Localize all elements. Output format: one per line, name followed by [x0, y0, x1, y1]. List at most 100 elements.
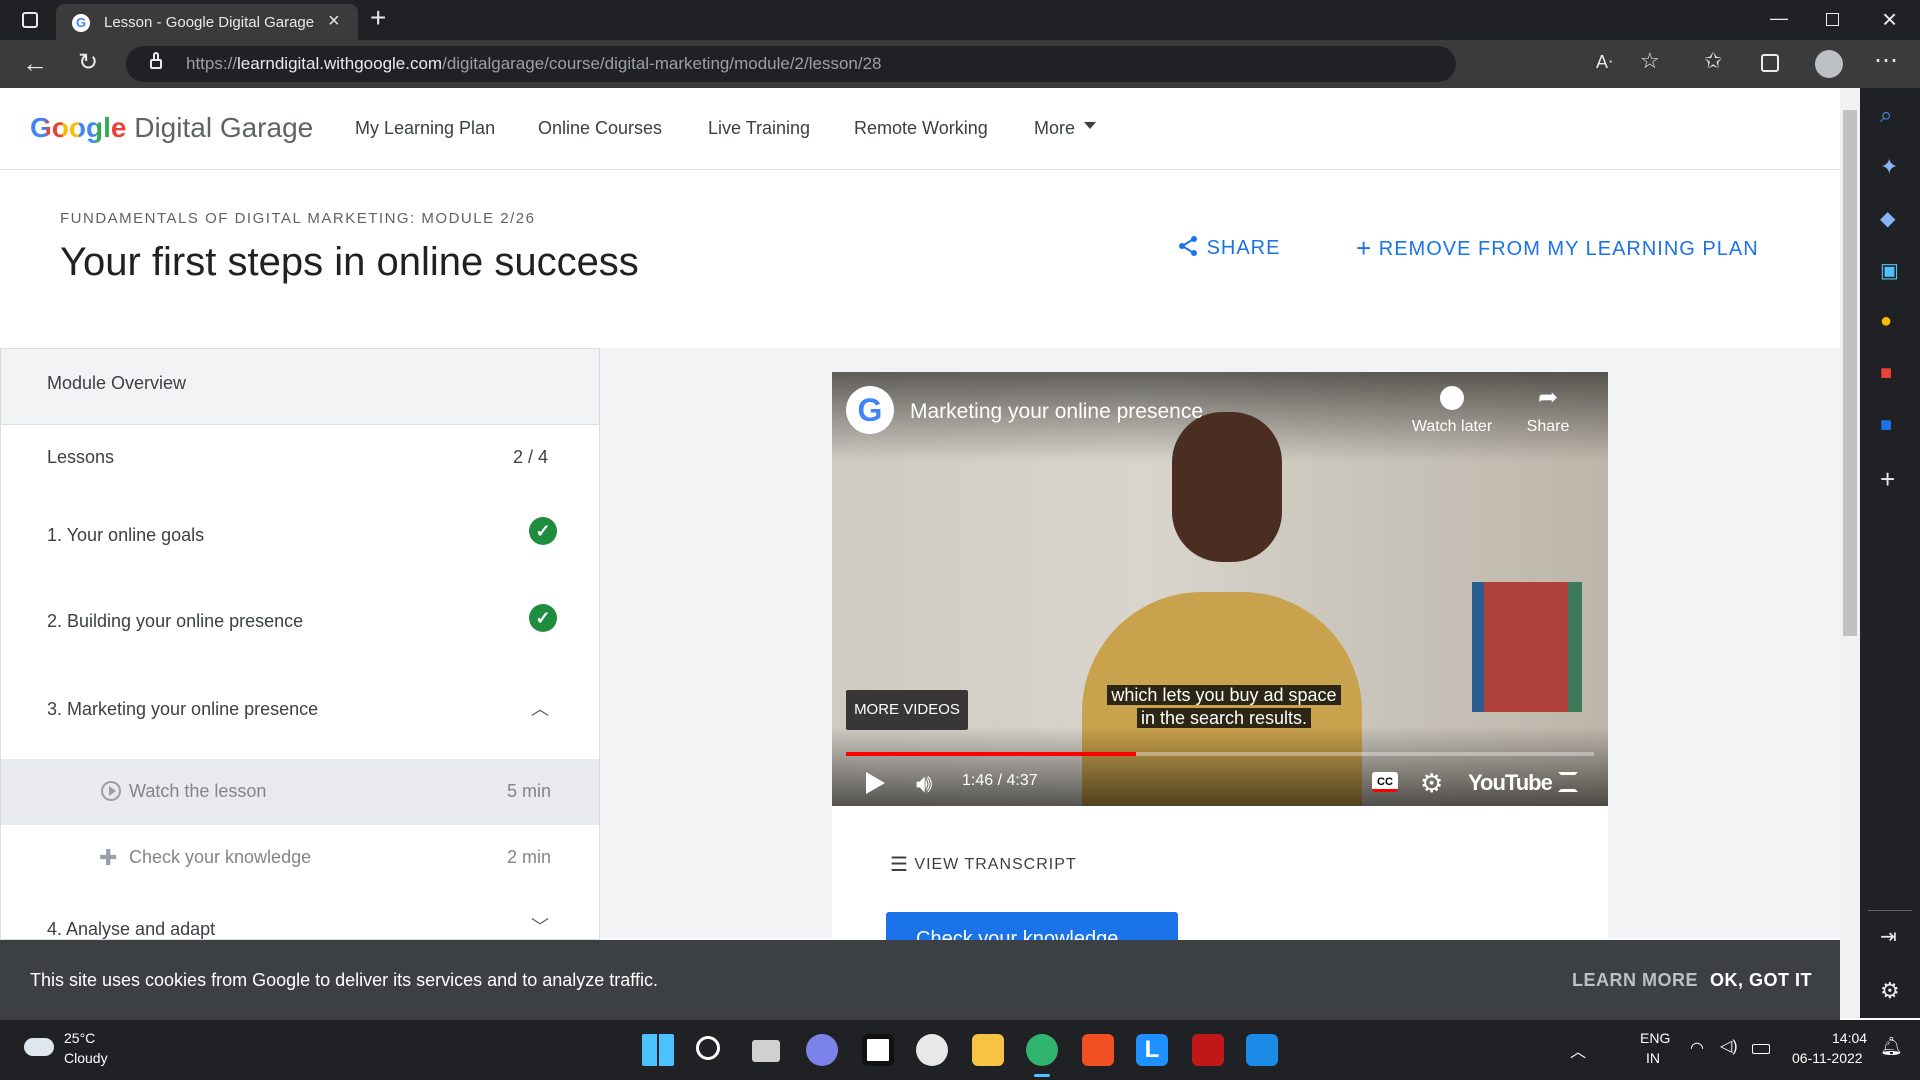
clock-date[interactable]: 06-11-2022 — [1792, 1050, 1863, 1066]
chevron-down-icon[interactable]: ﹀ — [531, 913, 549, 939]
mcafee-icon[interactable] — [1192, 1034, 1224, 1066]
site-logo[interactable]: Google Digital Garage — [30, 112, 313, 144]
scrollbar-thumb[interactable] — [1843, 110, 1857, 636]
tab-close-icon[interactable]: × — [328, 10, 340, 33]
nav-online-courses[interactable]: Online Courses — [538, 118, 662, 139]
lock-shackle-icon — [153, 52, 159, 60]
store-icon[interactable] — [1082, 1034, 1114, 1066]
chevron-down-icon[interactable] — [1084, 122, 1096, 129]
more-videos-button[interactable]: MORE VIDEOS — [846, 690, 968, 730]
windows-start-icon[interactable] — [642, 1034, 674, 1066]
battery-icon[interactable] — [1752, 1044, 1770, 1054]
learn-more-button[interactable]: LEARN MORE — [1572, 970, 1698, 991]
collections-icon[interactable] — [1761, 54, 1779, 72]
nav-more[interactable]: More — [1034, 118, 1075, 139]
watch-later-button[interactable]: Watch later — [1402, 386, 1502, 436]
fullscreen-icon[interactable] — [1558, 772, 1578, 792]
progress-fill — [846, 752, 1137, 756]
share-button[interactable]: SHARE — [1176, 234, 1280, 260]
puzzle-icon: ✚ — [99, 845, 118, 870]
transcript-label: VIEW TRANSCRIPT — [914, 856, 1077, 873]
edge-taskbar-icon[interactable] — [1026, 1034, 1058, 1066]
taskbar-search-icon[interactable] — [696, 1036, 720, 1060]
view-transcript-button[interactable]: ☰ VIEW TRANSCRIPT — [890, 852, 1077, 877]
profile-avatar[interactable] — [1815, 50, 1843, 78]
new-tab-icon[interactable]: + — [370, 2, 386, 34]
lesson-label: 1. Your online goals — [47, 525, 205, 545]
nav-remote-working[interactable]: Remote Working — [854, 118, 988, 139]
read-aloud-icon[interactable]: Aᐧ — [1596, 52, 1613, 73]
games-icon[interactable]: ● — [1880, 310, 1892, 333]
office-icon[interactable]: ■ — [1880, 362, 1892, 385]
close-window-icon[interactable]: × — [1882, 4, 1897, 35]
chat-icon[interactable] — [806, 1034, 838, 1066]
lesson-item-3[interactable]: 3. Marketing your online presence ︿ — [1, 669, 599, 755]
lesson-item-4[interactable]: 4. Analyse and adapt ﹀ — [1, 895, 599, 939]
volume-icon[interactable]: 🔊︎ — [916, 770, 932, 796]
outlook-icon[interactable]: ■ — [1880, 414, 1892, 437]
wifi-icon[interactable]: ◠ — [1690, 1038, 1704, 1058]
tools-icon[interactable]: ▣ — [1880, 258, 1899, 283]
discover-icon[interactable]: ✦ — [1880, 154, 1898, 180]
lesson-label: 2. Building your online presence — [47, 611, 304, 631]
video-title[interactable]: Marketing your online presence — [910, 400, 1203, 424]
task-view-icon[interactable] — [752, 1040, 780, 1062]
notification-icon[interactable]: 🔔︎ — [1880, 1036, 1903, 1057]
favorites-icon[interactable]: ✩ — [1704, 48, 1722, 74]
back-icon[interactable]: ← — [22, 48, 48, 79]
url-bar[interactable]: https://learndigital.withgoogle.com/digi… — [126, 46, 1456, 82]
lang-1[interactable]: ENG — [1640, 1030, 1670, 1046]
tray-chevron-icon[interactable]: ︿ — [1570, 1038, 1586, 1062]
progress-track[interactable] — [846, 752, 1594, 756]
minimize-icon[interactable]: — — [1770, 8, 1788, 29]
page-title: Your first steps in online success — [60, 240, 639, 284]
sub-item-label: Watch the lesson — [129, 781, 267, 801]
caption-box: which lets you buy ad space in the searc… — [1096, 684, 1352, 730]
l-app-icon[interactable]: L — [1136, 1034, 1168, 1066]
google-favicon-icon: G — [72, 14, 90, 32]
video-player[interactable]: G Marketing your online presence Watch l… — [832, 372, 1608, 806]
sub-item-check-knowledge[interactable]: ✚ Check your knowledge 2 min — [1, 825, 599, 891]
github-icon[interactable] — [916, 1034, 948, 1066]
video-share-button[interactable]: ➦ Share — [1508, 386, 1588, 436]
file-explorer-icon[interactable] — [972, 1034, 1004, 1066]
remove-from-plan-button[interactable]: + REMOVE FROM MY LEARNING PLAN — [1356, 233, 1759, 264]
nav-my-learning-plan[interactable]: My Learning Plan — [355, 118, 495, 139]
play-icon[interactable] — [866, 772, 885, 794]
chevron-up-icon[interactable]: ︿ — [531, 695, 549, 721]
terminal-app-icon[interactable] — [862, 1034, 894, 1066]
restore-icon[interactable] — [1826, 13, 1839, 26]
module-overview-header[interactable]: Module Overview — [1, 349, 599, 425]
youtube-logo[interactable]: YouTube — [1468, 770, 1553, 796]
search-icon[interactable]: ⌕ — [1880, 102, 1892, 128]
check-circle-icon: ✓ — [529, 517, 557, 545]
play-triangle-icon — [109, 786, 116, 796]
video-share-label: Share — [1526, 418, 1570, 435]
lesson-item-2[interactable]: 2. Building your online presence ✓ — [1, 581, 599, 669]
cookie-banner: This site uses cookies from Google to de… — [0, 940, 1840, 1020]
sub-item-watch-lesson[interactable]: Watch the lesson 5 min — [1, 759, 599, 825]
hide-sidebar-icon[interactable]: ⇥ — [1880, 924, 1897, 949]
share-arrow-icon: ➦ — [1537, 384, 1559, 411]
volume-tray-icon[interactable]: ◁) — [1720, 1036, 1738, 1056]
nav-live-training[interactable]: Live Training — [708, 118, 810, 139]
cc-icon[interactable]: CC — [1372, 772, 1398, 792]
clock-time[interactable]: 14:04 — [1832, 1030, 1867, 1046]
windows-taskbar: 25°C Cloudy ︿ ENG IN ◠ ◁) 14:04 06-11-20… — [0, 1020, 1920, 1080]
mail-icon[interactable] — [1246, 1034, 1278, 1066]
add-icon[interactable]: + — [1880, 464, 1895, 495]
sub-item-time: 2 min — [507, 847, 552, 867]
browser-tab[interactable]: G Lesson - Google Digital Garage × — [56, 4, 358, 40]
settings-gear-icon[interactable]: ⚙ — [1420, 768, 1443, 799]
lesson-item-1[interactable]: 1. Your online goals ✓ — [1, 493, 599, 581]
check-knowledge-label: Check your knowledge — [916, 928, 1119, 940]
settings-more-icon[interactable]: ⋯ — [1874, 46, 1898, 75]
lang-2[interactable]: IN — [1646, 1050, 1660, 1066]
shopping-icon[interactable]: ◆ — [1880, 206, 1895, 231]
check-knowledge-button[interactable]: Check your knowledge — [886, 912, 1178, 940]
ok-got-it-button[interactable]: OK, GOT IT — [1710, 970, 1812, 991]
tab-actions-icon[interactable] — [22, 12, 38, 28]
sidebar-settings-icon[interactable]: ⚙ — [1880, 978, 1900, 1004]
favorite-add-icon[interactable]: ☆ — [1640, 48, 1660, 74]
refresh-icon[interactable]: ↻ — [78, 48, 98, 77]
